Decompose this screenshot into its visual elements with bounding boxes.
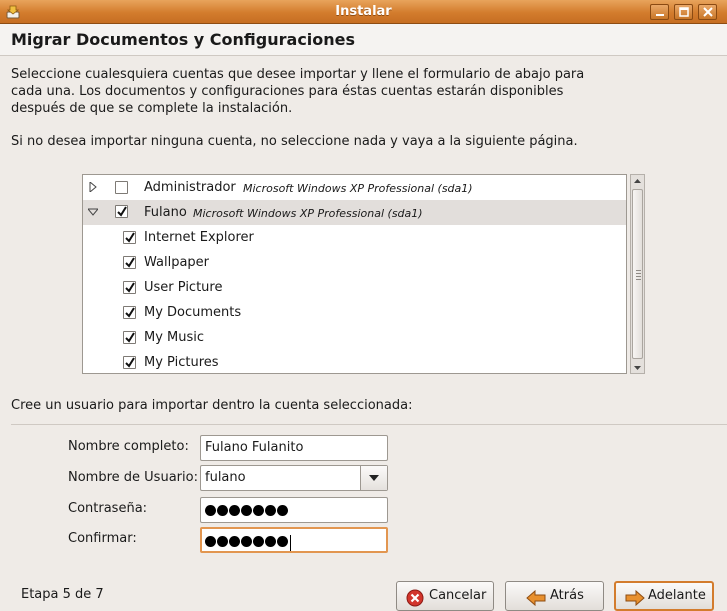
password-label: Contraseña: [68, 501, 148, 516]
checkmark-icon [125, 232, 135, 243]
account-row-fulano[interactable]: Fulano Microsoft Windows XP Professional… [83, 200, 626, 225]
forward-label: Adelante [648, 588, 706, 603]
confirm-password-mask [205, 535, 291, 551]
username-combo[interactable]: fulano [200, 465, 388, 491]
expander-collapsed-icon[interactable] [88, 182, 98, 192]
password-mask [205, 505, 289, 516]
import-item-checkbox[interactable] [123, 306, 136, 319]
checkmark-icon [125, 332, 135, 343]
scroll-grip [636, 279, 641, 280]
username-label: Nombre de Usuario: [68, 470, 198, 485]
import-item-label: Wallpaper [144, 255, 210, 270]
import-item-label: User Picture [144, 280, 223, 295]
cancel-button[interactable]: Cancelar [396, 581, 494, 611]
scroll-down-arrow-icon[interactable] [631, 361, 644, 374]
page-header: Migrar Documentos y Configuraciones [0, 24, 727, 56]
checkmark-icon [125, 307, 135, 318]
import-item-row[interactable]: My Music [83, 325, 626, 350]
maximize-icon [679, 7, 689, 17]
import-item-checkbox[interactable] [123, 231, 136, 244]
import-item-row[interactable]: My Pictures [83, 350, 626, 373]
hint-text: Si no desea importar ninguna cuenta, no … [11, 134, 578, 149]
confirm-label: Confirmar: [68, 531, 137, 546]
account-name: Administrador [144, 180, 236, 195]
account-name: Fulano [144, 205, 187, 220]
import-item-label: Internet Explorer [144, 230, 254, 245]
forward-button[interactable]: Adelante [614, 581, 714, 611]
full-name-field[interactable]: Fulano Fulanito [200, 435, 388, 461]
confirm-password-field[interactable] [200, 527, 388, 553]
password-field[interactable] [200, 497, 388, 523]
full-name-value: Fulano Fulanito [205, 440, 304, 455]
maximize-button[interactable] [674, 4, 693, 20]
import-item-checkbox[interactable] [123, 256, 136, 269]
scroll-up-arrow-icon[interactable] [631, 175, 644, 188]
import-item-checkbox[interactable] [123, 281, 136, 294]
import-item-row[interactable]: My Documents [83, 300, 626, 325]
expander-expanded-icon[interactable] [88, 207, 98, 217]
minimize-button[interactable] [650, 4, 669, 20]
scroll-grip [636, 273, 641, 274]
accounts-tree[interactable]: Administrador Microsoft Windows XP Profe… [82, 174, 627, 374]
minimize-icon [656, 14, 664, 16]
import-item-row[interactable]: User Picture [83, 275, 626, 300]
scroll-grip [636, 276, 641, 277]
import-item-label: My Pictures [144, 355, 219, 370]
cancel-label: Cancelar [429, 588, 487, 603]
checkmark-icon [125, 257, 135, 268]
separator [11, 424, 727, 425]
back-button[interactable]: Atrás [505, 581, 604, 611]
page-title: Migrar Documentos y Configuraciones [11, 30, 356, 49]
import-item-checkbox[interactable] [123, 331, 136, 344]
scrollbar-thumb[interactable] [632, 189, 643, 359]
account-row-administrador[interactable]: Administrador Microsoft Windows XP Profe… [83, 175, 626, 200]
checkmark-icon [117, 206, 127, 217]
full-name-label: Nombre completo: [68, 439, 189, 454]
import-item-checkbox[interactable] [123, 356, 136, 369]
back-label: Atrás [550, 588, 584, 603]
import-item-label: My Music [144, 330, 205, 345]
import-item-row[interactable]: Wallpaper [83, 250, 626, 275]
scroll-grip [636, 270, 641, 271]
close-icon [703, 7, 713, 17]
text-cursor [290, 535, 291, 551]
cancel-icon [406, 589, 424, 607]
import-item-row[interactable]: Internet Explorer [83, 225, 626, 250]
close-button[interactable] [698, 4, 717, 20]
window-titlebar[interactable]: Instalar [0, 0, 727, 24]
checkmark-icon [125, 357, 135, 368]
account-os: Microsoft Windows XP Professional (sda1) [243, 182, 473, 195]
chevron-down-icon [369, 475, 379, 481]
account-os: Microsoft Windows XP Professional (sda1) [193, 207, 423, 220]
account-checkbox[interactable] [115, 205, 128, 218]
username-value: fulano [205, 470, 246, 485]
window-title: Instalar [335, 4, 392, 19]
tree-scrollbar[interactable] [630, 174, 645, 374]
create-user-label: Cree un usuario para importar dentro la … [11, 398, 413, 413]
import-item-label: My Documents [144, 305, 242, 320]
arrow-right-icon [625, 590, 645, 606]
account-checkbox[interactable] [115, 181, 128, 194]
username-dropdown-button[interactable] [360, 466, 387, 490]
checkmark-icon [125, 282, 135, 293]
arrow-left-icon [526, 590, 546, 606]
intro-text: Seleccione cualesquiera cuentas que dese… [11, 67, 585, 116]
